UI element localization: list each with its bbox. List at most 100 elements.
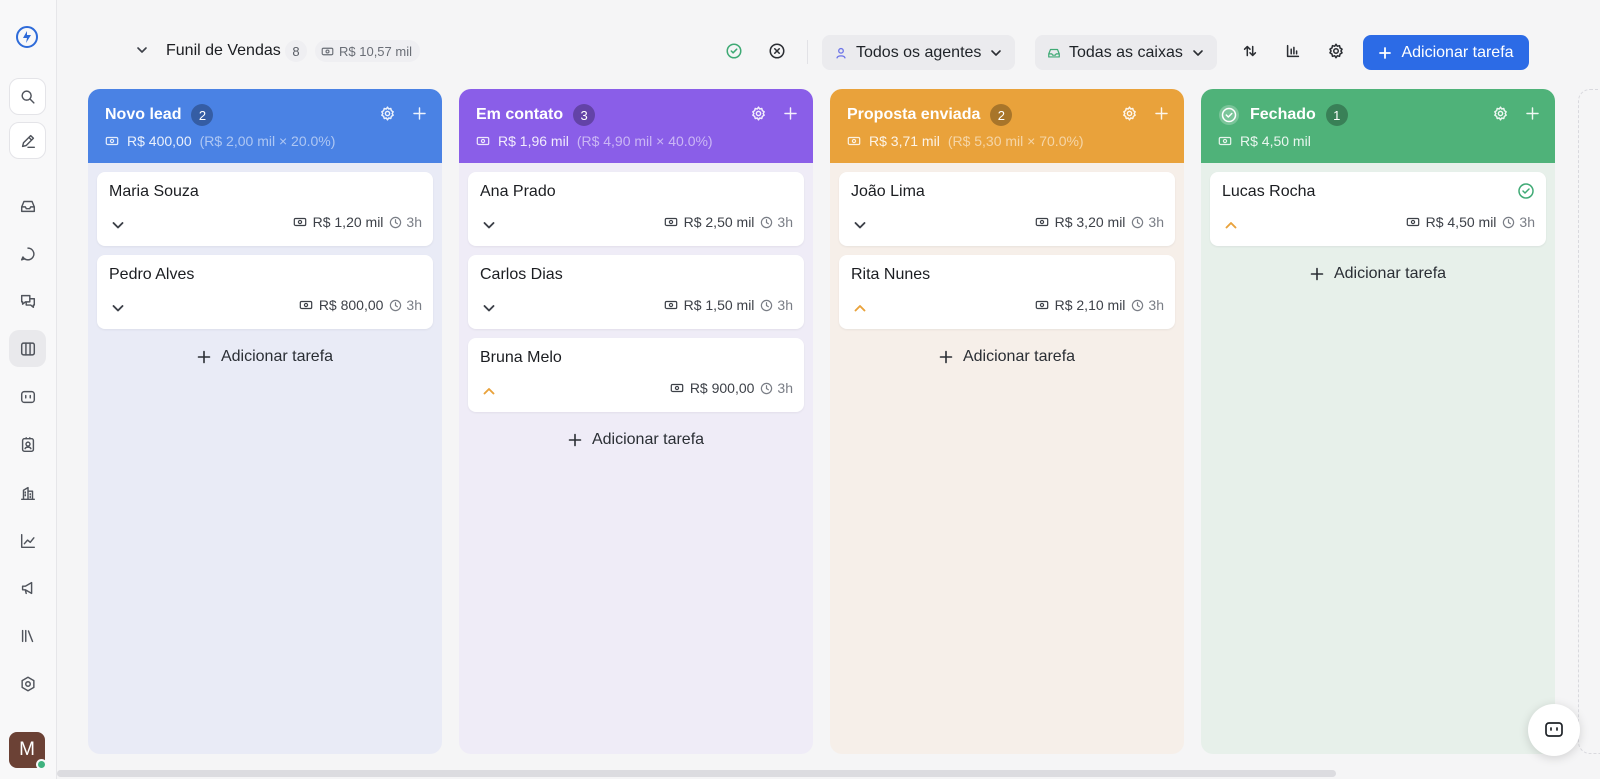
user-icon — [836, 47, 846, 58]
column-settings-button[interactable] — [749, 104, 767, 122]
deal-name: Lucas Rocha — [1222, 183, 1316, 200]
inbox-filter-dropdown[interactable]: Todas as caixas — [1035, 35, 1217, 70]
column-value-calculation: (R$ 2,00 mil × 20.0%) — [199, 133, 336, 149]
check-circle-icon[interactable] — [1517, 182, 1535, 200]
chevron-up-icon — [854, 305, 866, 312]
deal-name: Maria Souza — [109, 183, 199, 200]
plus-icon — [412, 106, 426, 120]
money-icon — [847, 136, 861, 146]
add-task-link[interactable]: Adicionar tarefa — [468, 421, 804, 459]
column-title: Fechado — [1250, 106, 1316, 123]
deal-name: Carlos Dias — [480, 266, 563, 283]
bar-chart-icon[interactable] — [1283, 41, 1303, 61]
add-task-link[interactable]: Adicionar tarefa — [97, 338, 433, 376]
sidebar-item-campaigns[interactable] — [9, 569, 46, 606]
add-task-button[interactable]: Adicionar tarefa — [1363, 35, 1529, 70]
deal-card[interactable]: Maria Souza R$ 1,20 mil 3h — [97, 172, 433, 246]
priority-toggle[interactable] — [851, 299, 869, 317]
priority-toggle[interactable] — [480, 216, 498, 234]
deal-age: 3h — [389, 297, 422, 313]
pipeline-column: Novo lead 2 R$ 400,00 (R$ 2,00 mil × 20.0%)… — [88, 89, 442, 754]
plus-icon — [783, 106, 797, 120]
column-value: R$ 1,96 mil — [498, 133, 569, 149]
deal-card[interactable]: Rita Nunes R$ 2,10 mil 3h — [839, 255, 1175, 329]
priority-toggle[interactable] — [109, 216, 127, 234]
sidebar-item-search[interactable] — [9, 78, 46, 115]
library-icon — [21, 629, 33, 642]
chat-widget-button[interactable] — [1528, 704, 1580, 756]
avatar[interactable]: M — [9, 732, 47, 770]
deal-age-value: 3h — [777, 297, 793, 313]
deal-age: 3h — [389, 214, 422, 230]
column-add-button[interactable] — [410, 104, 428, 122]
close-circle-icon[interactable] — [767, 41, 787, 61]
deal-age: 3h — [760, 214, 793, 230]
column-add-button[interactable] — [781, 104, 799, 122]
column-settings-button[interactable] — [1491, 104, 1509, 122]
chevron-down-icon[interactable] — [135, 43, 149, 57]
deal-count-badge: 8 — [285, 40, 307, 62]
chevron-down-icon — [991, 49, 1002, 56]
sidebar-item-captain[interactable] — [9, 378, 46, 415]
column-count-badge: 2 — [191, 104, 214, 126]
deal-card[interactable]: Bruna Melo R$ 900,00 3h — [468, 338, 804, 412]
chat-logo-icon[interactable] — [14, 24, 40, 50]
priority-toggle[interactable] — [480, 299, 498, 317]
column-value: R$ 400,00 — [127, 133, 192, 149]
add-task-link[interactable]: Adicionar tarefa — [1210, 255, 1546, 293]
sidebar-item-compose[interactable] — [9, 122, 46, 159]
agents-filter-dropdown[interactable]: Todos os agentes — [822, 35, 1016, 70]
deal-age-value: 3h — [777, 380, 793, 396]
online-status-dot — [36, 759, 47, 770]
sidebar-item-library[interactable] — [9, 617, 46, 654]
sidebar-item-reports[interactable] — [9, 522, 46, 559]
new-column-placeholder[interactable] — [1578, 89, 1600, 754]
column-settings-button[interactable] — [378, 104, 396, 122]
deal-meta: R$ 1,50 mil 3h — [664, 297, 793, 313]
gear-icon[interactable] — [1326, 41, 1346, 61]
deal-card[interactable]: João Lima R$ 3,20 mil 3h — [839, 172, 1175, 246]
check-circle-icon[interactable] — [724, 41, 744, 61]
inbox-icon — [20, 200, 35, 212]
add-task-label: Adicionar tarefa — [962, 348, 1076, 365]
sidebar-item-inbox[interactable] — [9, 187, 46, 224]
plus-icon — [197, 350, 211, 364]
sidebar-item-companies[interactable] — [9, 474, 46, 511]
column-add-button[interactable] — [1523, 104, 1541, 122]
horizontal-scrollbar[interactable] — [57, 770, 1336, 777]
money-icon — [670, 383, 684, 393]
deal-meta: R$ 4,50 mil 3h — [1406, 214, 1535, 230]
sort-icon[interactable] — [1240, 41, 1260, 61]
column-body: Maria Souza R$ 1,20 mil 3h Pedro Alves R$ 80… — [88, 163, 442, 754]
clock-icon — [761, 382, 773, 394]
sidebar-item-chats[interactable] — [9, 282, 46, 319]
column-add-button[interactable] — [1152, 104, 1170, 122]
priority-toggle[interactable] — [109, 299, 127, 317]
add-task-link[interactable]: Adicionar tarefa — [839, 338, 1175, 376]
plus-icon — [1525, 106, 1539, 120]
deal-card[interactable]: Ana Prado R$ 2,50 mil 3h — [468, 172, 804, 246]
sidebar-item-settings[interactable] — [9, 665, 46, 702]
column-settings-button[interactable] — [1120, 104, 1138, 122]
money-icon — [1035, 300, 1048, 310]
chevron-down-icon — [112, 222, 124, 229]
plus-icon — [1154, 106, 1168, 120]
clock-icon — [1132, 216, 1144, 228]
deal-meta: R$ 3,20 mil 3h — [1035, 214, 1164, 230]
chevron-up-icon — [1225, 222, 1237, 229]
sidebar-item-conversation[interactable] — [9, 235, 46, 272]
column-header: Proposta enviada 2 R$ 3,71 mil (R$ 5,30 mil… — [830, 89, 1184, 163]
column-title: Proposta enviada — [847, 106, 981, 123]
deal-card[interactable]: Pedro Alves R$ 800,00 3h — [97, 255, 433, 329]
deal-card[interactable]: Carlos Dias R$ 1,50 mil 3h — [468, 255, 804, 329]
inbox-filter-label: Todas as caixas — [1069, 43, 1183, 61]
priority-toggle[interactable] — [1222, 216, 1240, 234]
deal-value: R$ 1,50 mil — [683, 297, 755, 313]
priority-toggle[interactable] — [851, 216, 869, 234]
agents-filter-label: Todos os agentes — [856, 43, 982, 61]
priority-toggle[interactable] — [480, 382, 498, 400]
sidebar-item-kanban[interactable] — [9, 330, 46, 367]
sidebar-item-contacts[interactable] — [9, 426, 46, 463]
deal-card[interactable]: Lucas Rocha R$ 4,50 mil 3h — [1210, 172, 1546, 246]
deal-value: R$ 3,20 mil — [1054, 214, 1126, 230]
